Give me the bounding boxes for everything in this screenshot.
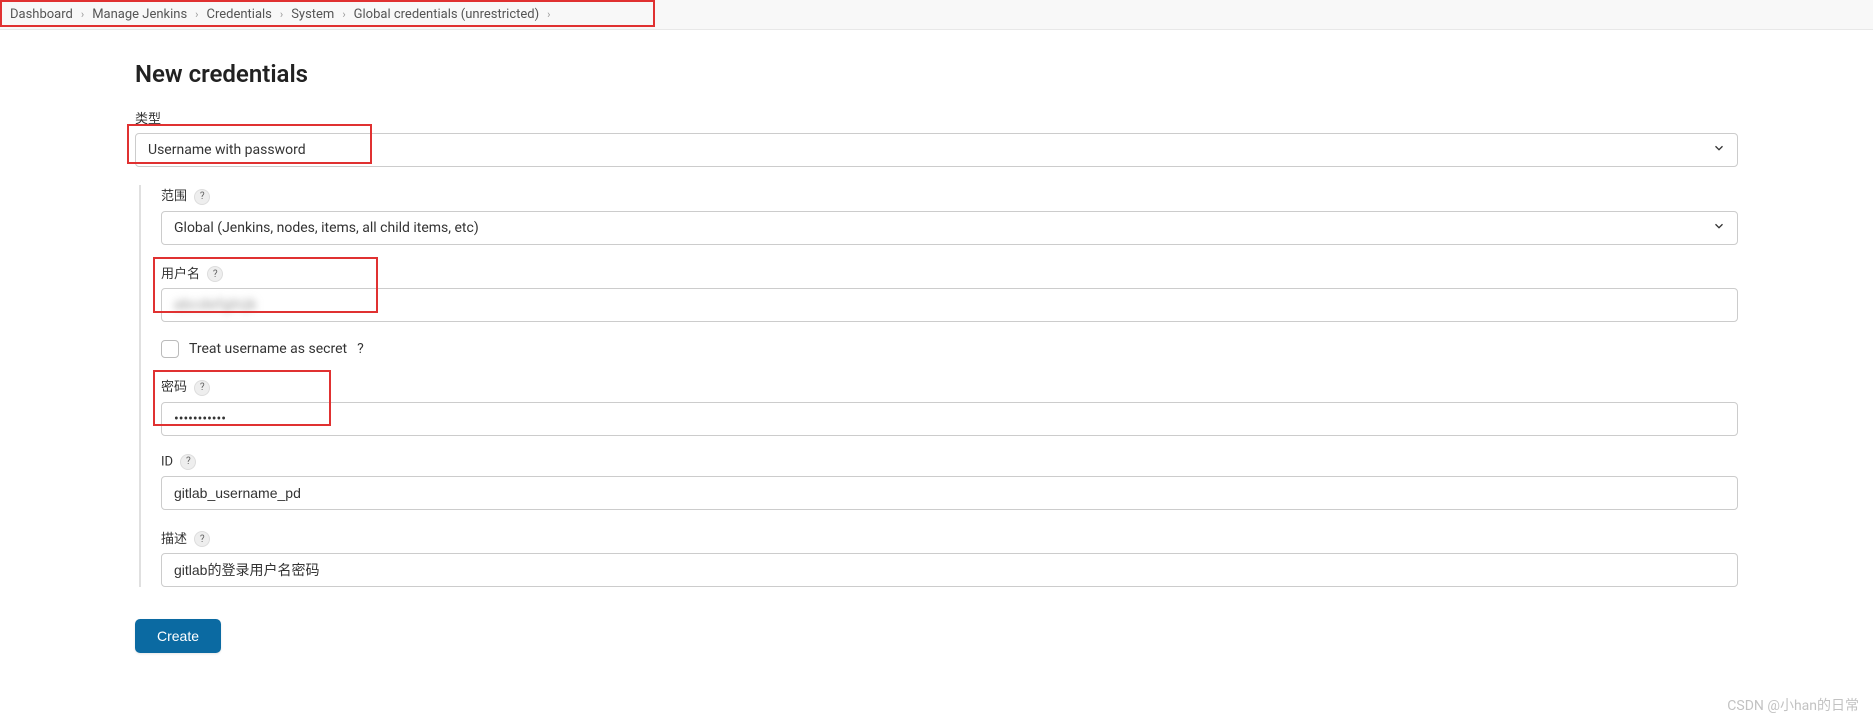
help-icon[interactable]: ? [357,341,364,357]
create-button[interactable]: Create [135,619,221,653]
breadcrumb-item-dashboard[interactable]: Dashboard [10,7,73,22]
chevron-right-icon: › [280,8,283,21]
breadcrumb-item-credentials[interactable]: Credentials [206,7,271,22]
field-username: 用户名 ? abcdefghijk [161,263,1738,323]
breadcrumb-item-manage[interactable]: Manage Jenkins [92,7,187,22]
field-type: 类型 Username with password [135,108,1738,167]
chevron-right-icon: › [81,8,84,21]
help-icon[interactable]: ? [194,531,210,547]
select-type[interactable]: Username with password [135,133,1738,167]
label-description: 描述 ? [161,528,1738,548]
indented-fields: 范围 ? Global (Jenkins, nodes, items, all … [139,185,1738,587]
field-treat-secret: Treat username as secret ? [161,340,1738,358]
label-id: ID ? [161,454,1738,470]
input-password[interactable]: ••••••••••• [161,402,1738,436]
field-scope: 范围 ? Global (Jenkins, nodes, items, all … [161,185,1738,245]
input-username[interactable]: abcdefghijk [161,288,1738,322]
help-icon[interactable]: ? [180,454,196,470]
label-scope: 范围 ? [161,185,1738,205]
breadcrumb-item-system[interactable]: System [291,7,334,22]
select-scope[interactable]: Global (Jenkins, nodes, items, all child… [161,211,1738,245]
label-type: 类型 [135,108,1738,127]
field-description: 描述 ? [161,528,1738,588]
chevron-right-icon: › [547,8,550,21]
help-icon[interactable]: ? [207,266,223,282]
watermark: CSDN @小han的日常 [1727,695,1859,715]
field-password: 密码 ? ••••••••••• [161,376,1738,436]
main-content: New credentials 类型 Username with passwor… [0,30,1873,693]
help-icon[interactable]: ? [194,189,210,205]
field-id: ID ? [161,454,1738,510]
help-icon[interactable]: ? [194,380,210,396]
input-description[interactable] [161,553,1738,587]
checkbox-treat-secret[interactable] [161,340,179,358]
page-title: New credentials [135,60,1738,88]
chevron-right-icon: › [195,8,198,21]
label-treat-secret: Treat username as secret [189,341,347,357]
breadcrumb: Dashboard › Manage Jenkins › Credentials… [0,0,1873,30]
chevron-right-icon: › [342,8,345,21]
label-password: 密码 ? [161,376,1738,396]
input-id[interactable] [161,476,1738,510]
breadcrumb-item-global[interactable]: Global credentials (unrestricted) [354,7,539,22]
label-username: 用户名 ? [161,263,1738,283]
